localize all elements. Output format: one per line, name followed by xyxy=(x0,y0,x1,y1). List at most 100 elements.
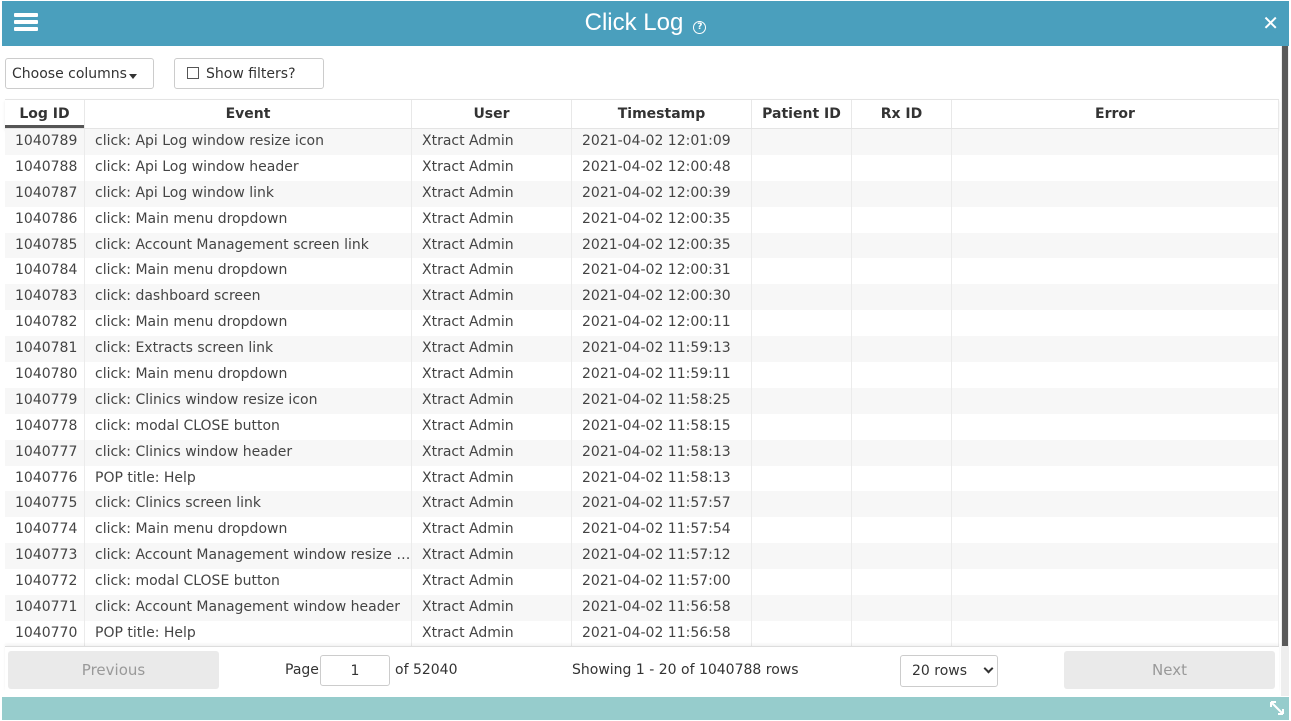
cell-event: click: Account Management window header xyxy=(85,595,412,621)
cell-user: Xtract Admin xyxy=(412,569,572,596)
cell-rx-id xyxy=(852,154,952,181)
cell-error xyxy=(952,362,1279,388)
cell-rx-id xyxy=(852,439,952,466)
page-count-label: of 52040 xyxy=(395,662,458,678)
cell-log-id: 1040770 xyxy=(5,620,85,647)
cell-event: click: Api Log window resize icon xyxy=(85,129,412,155)
table-row[interactable]: 1040786 click: Main menu dropdown Xtract A… xyxy=(5,206,1279,233)
next-button[interactable]: Next xyxy=(1064,651,1275,689)
cell-patient-id xyxy=(752,569,852,596)
cell-rx-id xyxy=(852,465,952,492)
column-header-timestamp[interactable]: Timestamp xyxy=(572,100,752,128)
table-row[interactable]: 1040770 POP title: Help Xtract Admin 2021-0… xyxy=(5,620,1279,647)
column-header-rx-id[interactable]: Rx ID xyxy=(852,100,952,128)
cell-patient-id xyxy=(752,491,852,518)
cell-timestamp: 2021-04-02 11:59:11 xyxy=(572,362,752,388)
table-row[interactable]: 1040780 click: Main menu dropdown Xtract A… xyxy=(5,362,1279,388)
help-icon[interactable]: ? xyxy=(693,21,707,34)
page-number-input[interactable] xyxy=(320,655,390,686)
cell-user: Xtract Admin xyxy=(412,387,572,414)
cell-rx-id xyxy=(852,569,952,596)
table-row[interactable]: 1040776 POP title: Help Xtract Admin 2021-0… xyxy=(5,465,1279,492)
close-icon[interactable]: ✕ xyxy=(1262,11,1279,35)
table-row[interactable]: 1040784 click: Main menu dropdown Xtract A… xyxy=(5,258,1279,285)
cell-event: click: Account Management window resize … xyxy=(85,543,412,570)
cell-timestamp: 2021-04-02 11:58:15 xyxy=(572,413,752,440)
table-row[interactable]: 1040774 click: Main menu dropdown Xtract A… xyxy=(5,517,1279,544)
cell-error xyxy=(952,336,1279,363)
cell-user: Xtract Admin xyxy=(412,620,572,647)
table-row[interactable]: 1040789 click: Api Log window resize icon… xyxy=(5,129,1279,155)
pagination-bar: Previous Page of 52040 Showing 1 - 20 of… xyxy=(5,646,1279,692)
window-title: Click Log xyxy=(584,9,684,36)
click-log-table: Log ID Event User Timestamp Patient ID R… xyxy=(5,99,1279,647)
cell-log-id: 1040778 xyxy=(5,413,85,440)
cell-log-id: 1040789 xyxy=(5,129,85,155)
page-label: Page xyxy=(285,662,319,678)
cell-event: click: Clinics screen link xyxy=(85,491,412,518)
cell-rx-id xyxy=(852,258,952,285)
cell-log-id: 1040774 xyxy=(5,517,85,544)
chevron-down-icon xyxy=(983,663,994,674)
table-body: 1040789 click: Api Log window resize icon… xyxy=(5,129,1279,647)
cell-error xyxy=(952,439,1279,466)
column-header-event[interactable]: Event xyxy=(85,100,412,128)
table-row[interactable]: 1040773 click: Account Management window … xyxy=(5,543,1279,570)
cell-error xyxy=(952,180,1279,207)
table-row[interactable]: 1040783 click: dashboard screen Xtract Adm… xyxy=(5,284,1279,311)
table-row[interactable]: 1040771 click: Account Management window … xyxy=(5,595,1279,621)
cell-user: Xtract Admin xyxy=(412,517,572,544)
cell-patient-id xyxy=(752,439,852,466)
column-header-user[interactable]: User xyxy=(412,100,572,128)
table-row[interactable]: 1040772 click: modal CLOSE button Xtract A… xyxy=(5,569,1279,596)
cell-patient-id xyxy=(752,206,852,233)
cell-log-id: 1040784 xyxy=(5,258,85,285)
table-row[interactable]: 1040775 click: Clinics screen link Xtract … xyxy=(5,491,1279,518)
cell-timestamp: 2021-04-02 11:58:13 xyxy=(572,465,752,492)
table-row[interactable]: 1040779 click: Clinics window resize icon… xyxy=(5,387,1279,414)
cell-timestamp: 2021-04-02 12:01:09 xyxy=(572,129,752,155)
table-row[interactable]: 1040777 click: Clinics window header Xtrac… xyxy=(5,439,1279,466)
cell-timestamp: 2021-04-02 11:58:25 xyxy=(572,387,752,414)
cell-patient-id xyxy=(752,465,852,492)
title-wrap: Click Log? xyxy=(2,9,1289,37)
cell-error xyxy=(952,413,1279,440)
cell-patient-id xyxy=(752,284,852,311)
column-header-patient-id[interactable]: Patient ID xyxy=(752,100,852,128)
scrollbar-thumb[interactable] xyxy=(1282,46,1288,646)
cell-event: click: Clinics window resize icon xyxy=(85,387,412,414)
cell-error xyxy=(952,258,1279,285)
show-filters-checkbox[interactable] xyxy=(187,67,199,79)
table-row[interactable]: 1040778 click: modal CLOSE button Xtract A… xyxy=(5,413,1279,440)
previous-button[interactable]: Previous xyxy=(8,651,219,689)
table-row[interactable]: 1040788 click: Api Log window header Xtrac… xyxy=(5,154,1279,181)
cell-error xyxy=(952,206,1279,233)
table-row[interactable]: 1040785 click: Account Management screen … xyxy=(5,232,1279,259)
cell-patient-id xyxy=(752,310,852,337)
cell-timestamp: 2021-04-02 12:00:11 xyxy=(572,310,752,337)
cell-user: Xtract Admin xyxy=(412,284,572,311)
choose-columns-label: Choose columns xyxy=(12,66,127,82)
column-header-log-id[interactable]: Log ID xyxy=(5,100,85,128)
cell-log-id: 1040773 xyxy=(5,543,85,570)
cell-log-id: 1040775 xyxy=(5,491,85,518)
cell-timestamp: 2021-04-02 11:56:58 xyxy=(572,595,752,621)
table-row[interactable]: 1040787 click: Api Log window link Xtract … xyxy=(5,180,1279,207)
rows-per-page-select[interactable]: 20 rows xyxy=(900,655,998,687)
cell-timestamp: 2021-04-02 11:59:13 xyxy=(572,336,752,363)
cell-timestamp: 2021-04-02 11:57:54 xyxy=(572,517,752,544)
column-header-error[interactable]: Error xyxy=(952,100,1279,128)
table-row[interactable]: 1040782 click: Main menu dropdown Xtract A… xyxy=(5,310,1279,337)
cell-patient-id xyxy=(752,232,852,259)
cell-error xyxy=(952,620,1279,647)
title-bar[interactable]: Click Log? ✕ xyxy=(2,1,1289,46)
cell-timestamp: 2021-04-02 12:00:48 xyxy=(572,154,752,181)
cell-patient-id xyxy=(752,154,852,181)
cell-patient-id xyxy=(752,362,852,388)
table-row[interactable]: 1040781 click: Extracts screen link Xtract… xyxy=(5,336,1279,363)
choose-columns-dropdown[interactable]: Choose columns xyxy=(5,58,154,89)
cell-rx-id xyxy=(852,620,952,647)
resize-icon[interactable] xyxy=(1269,700,1285,716)
showing-rows-text: Showing 1 - 20 of 1040788 rows xyxy=(572,662,799,678)
show-filters-toggle[interactable]: Show filters? xyxy=(174,58,324,89)
